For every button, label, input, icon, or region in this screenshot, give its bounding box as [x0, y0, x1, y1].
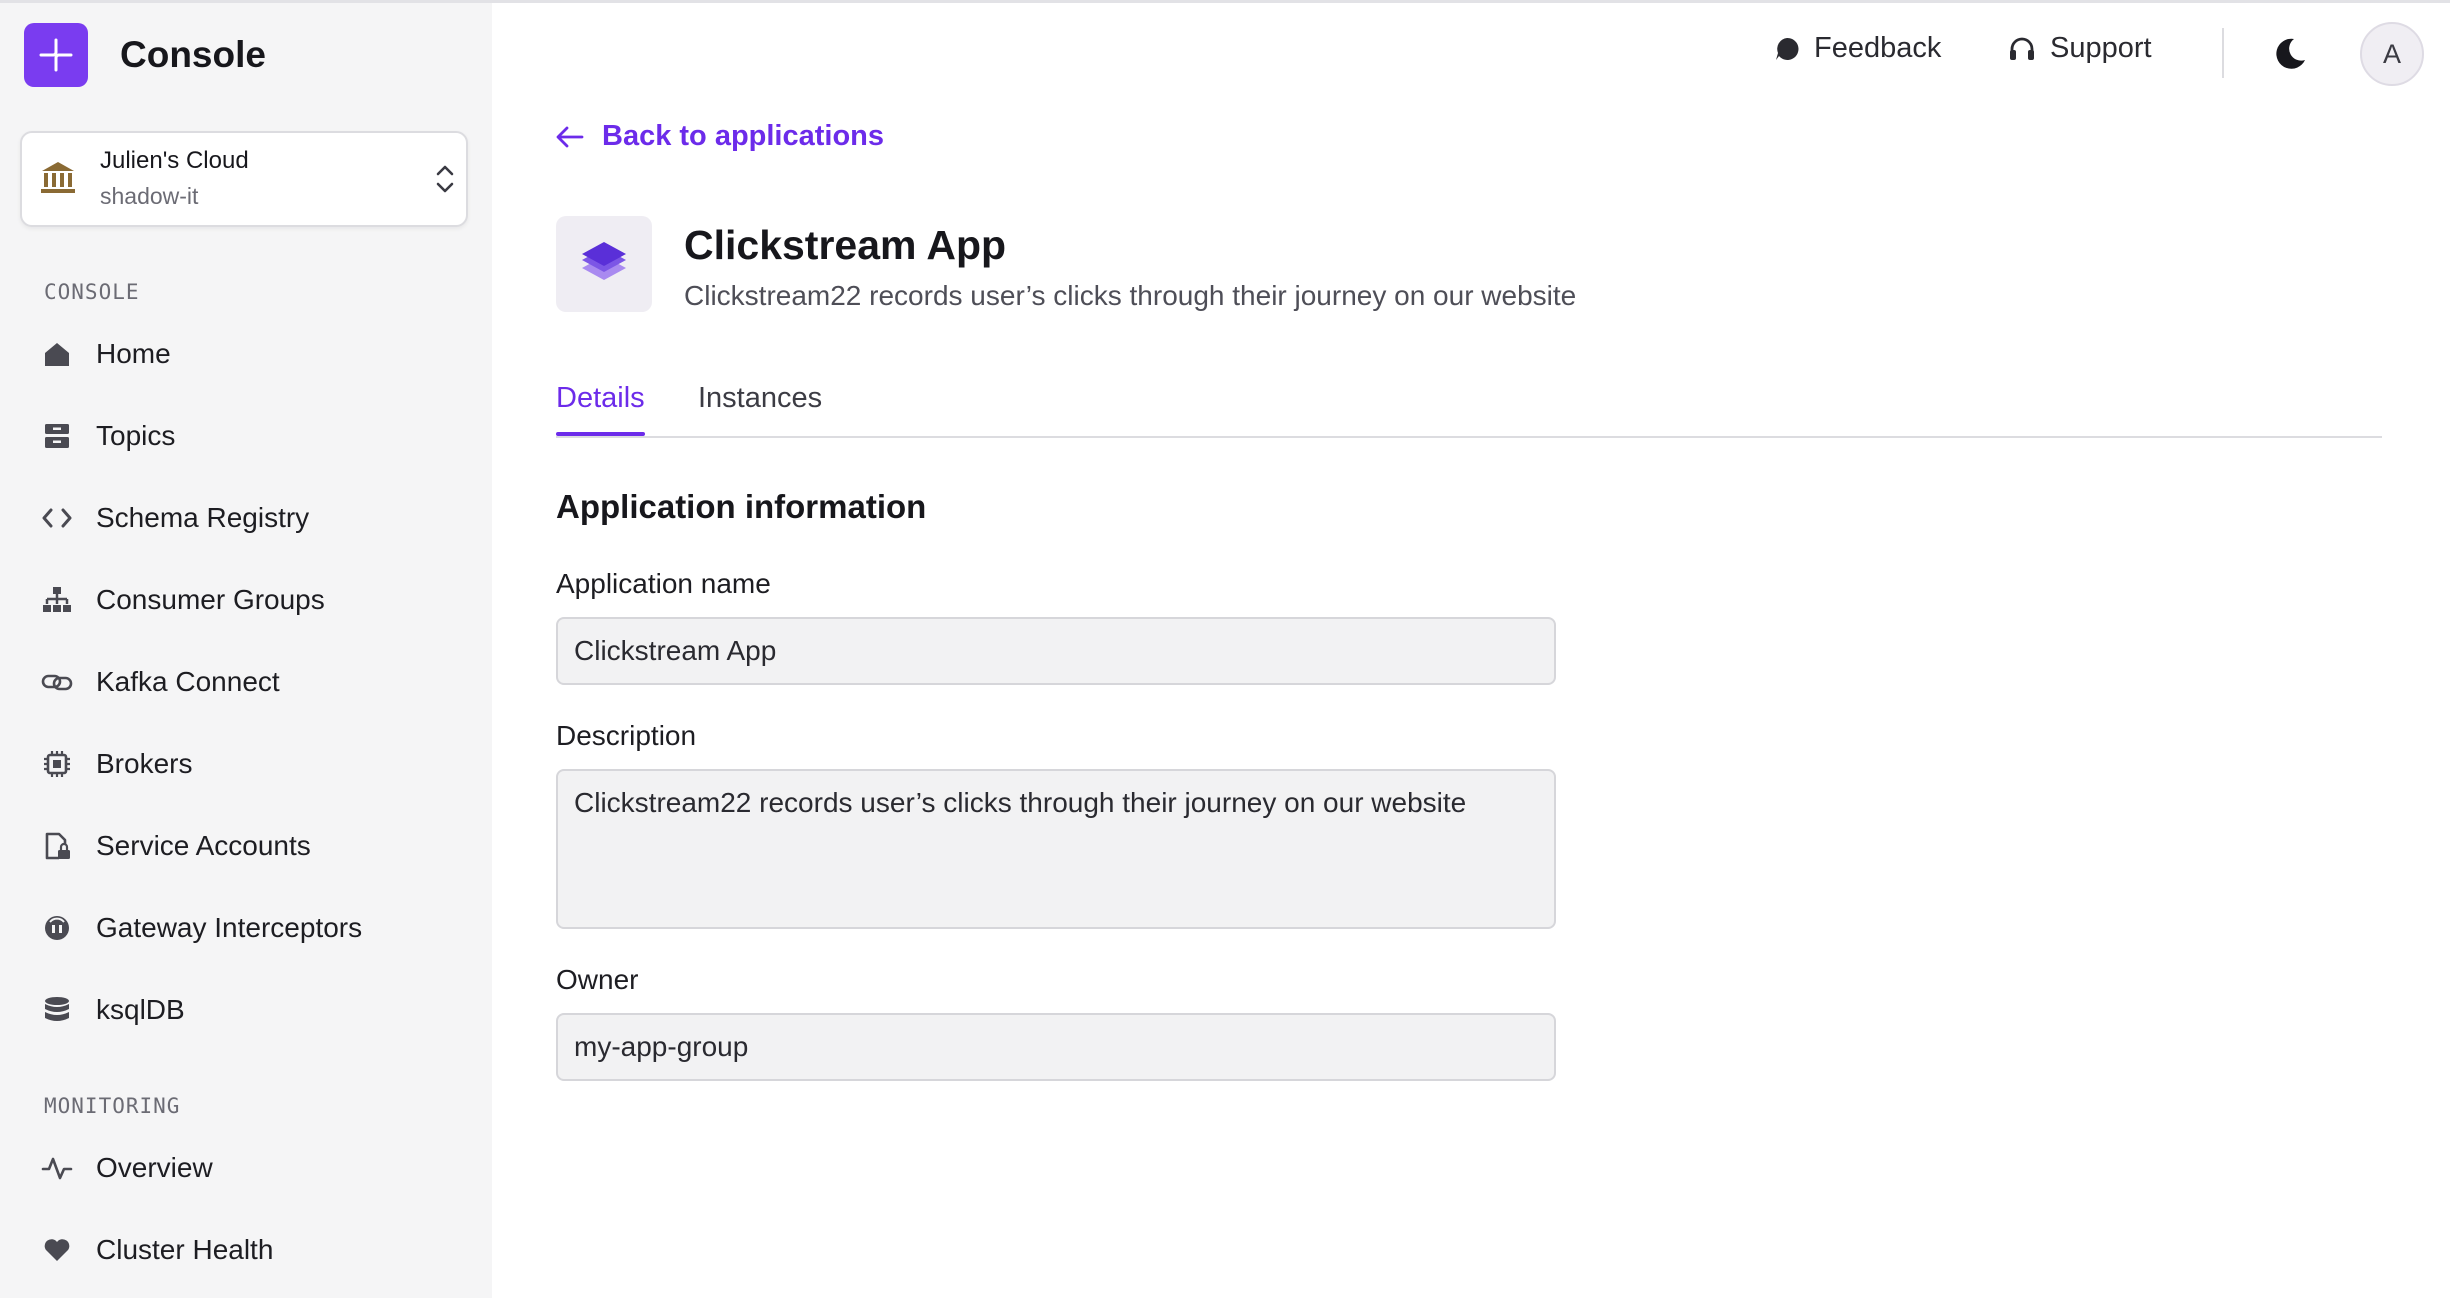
gateway-icon [40, 911, 74, 945]
sidebar-item-label: Home [96, 338, 171, 369]
organization-switcher[interactable]: Julien's Cloud shadow-it [20, 131, 468, 227]
sidebar-item-kafka-connect[interactable]: Kafka Connect [40, 652, 460, 712]
sidebar: Console Julien's Cloud shadow-it CONSOLE… [0, 3, 492, 1298]
app-name: Console [120, 34, 266, 75]
back-link-label: Back to applications [602, 120, 885, 152]
sidebar-item-label: Cluster Health [96, 1234, 274, 1265]
page-title: Clickstream App [684, 222, 1007, 268]
sidebar-item-service-accounts[interactable]: Service Accounts [40, 816, 460, 876]
tab-details[interactable]: Details [556, 382, 645, 436]
activity-icon [40, 1151, 74, 1185]
hierarchy-icon [40, 583, 74, 617]
page-description: Clickstream22 records user’s clicks thro… [684, 280, 1577, 311]
support-button[interactable]: Support [2008, 32, 2152, 65]
link-icon [40, 665, 74, 699]
sidebar-item-ksqldb[interactable]: ksqlDB [40, 980, 460, 1040]
bank-icon [41, 162, 75, 193]
headphones-icon [2010, 37, 2034, 60]
tab-bar: Details Instances [556, 370, 2382, 438]
feedback-label: Feedback [1814, 32, 1942, 64]
sidebar-item-label: ksqlDB [96, 994, 185, 1025]
layers-icon [556, 216, 652, 312]
topics-icon [40, 419, 74, 453]
sidebar-item-label: Topics [96, 420, 176, 451]
sidebar-section-console: CONSOLE [44, 280, 140, 304]
application-name-field[interactable] [556, 617, 1556, 685]
sidebar-item-label: Consumer Groups [96, 584, 325, 615]
brand[interactable]: Console [24, 23, 266, 87]
sidebar-item-schema-registry[interactable]: Schema Registry [40, 488, 460, 548]
organization-name: Julien's Cloud [100, 147, 249, 174]
avatar[interactable]: A [2360, 22, 2424, 86]
chip-icon [40, 747, 74, 781]
sidebar-item-label: Overview [96, 1152, 213, 1183]
sidebar-item-home[interactable]: Home [40, 324, 460, 384]
file-lock-icon [40, 829, 74, 863]
sidebar-item-consumer-groups[interactable]: Consumer Groups [40, 570, 460, 630]
chat-bubble-icon [1776, 37, 1799, 60]
heart-icon [40, 1233, 74, 1267]
sidebar-item-gateway-interceptors[interactable]: Gateway Interceptors [40, 898, 460, 958]
owner-label: Owner [556, 964, 639, 995]
sidebar-item-topics[interactable]: Topics [40, 406, 460, 466]
section-title: Application information [556, 488, 927, 525]
description-field[interactable]: Clickstream22 records user’s clicks thro… [556, 769, 1556, 929]
moon-icon[interactable] [2272, 36, 2308, 72]
back-to-applications-link[interactable]: Back to applications [556, 120, 884, 153]
toolbar-divider [2222, 28, 2224, 78]
sidebar-item-label: Service Accounts [96, 830, 311, 861]
sidebar-item-label: Schema Registry [96, 502, 310, 533]
code-icon [40, 501, 74, 535]
sidebar-item-label: Gateway Interceptors [96, 912, 363, 943]
feedback-button[interactable]: Feedback [1774, 32, 1941, 65]
database-icon [40, 993, 74, 1027]
home-icon [40, 337, 74, 371]
owner-field[interactable] [556, 1013, 1556, 1081]
description-label: Description [556, 720, 697, 751]
support-label: Support [2050, 32, 2152, 64]
application-name-label: Application name [556, 568, 771, 599]
sidebar-item-overview[interactable]: Overview [40, 1138, 460, 1198]
tab-instances[interactable]: Instances [698, 382, 822, 415]
sidebar-item-brokers[interactable]: Brokers [40, 734, 460, 794]
arrow-left-icon [556, 126, 584, 147]
chevron-up-down-icon [436, 165, 454, 193]
console-logo-icon [24, 23, 88, 87]
organization-subtitle: shadow-it [100, 183, 199, 209]
sidebar-item-label: Brokers [96, 748, 193, 779]
sidebar-item-label: Kafka Connect [96, 666, 280, 697]
sidebar-item-cluster-health[interactable]: Cluster Health [40, 1220, 460, 1280]
sidebar-section-monitoring: MONITORING [44, 1094, 181, 1118]
